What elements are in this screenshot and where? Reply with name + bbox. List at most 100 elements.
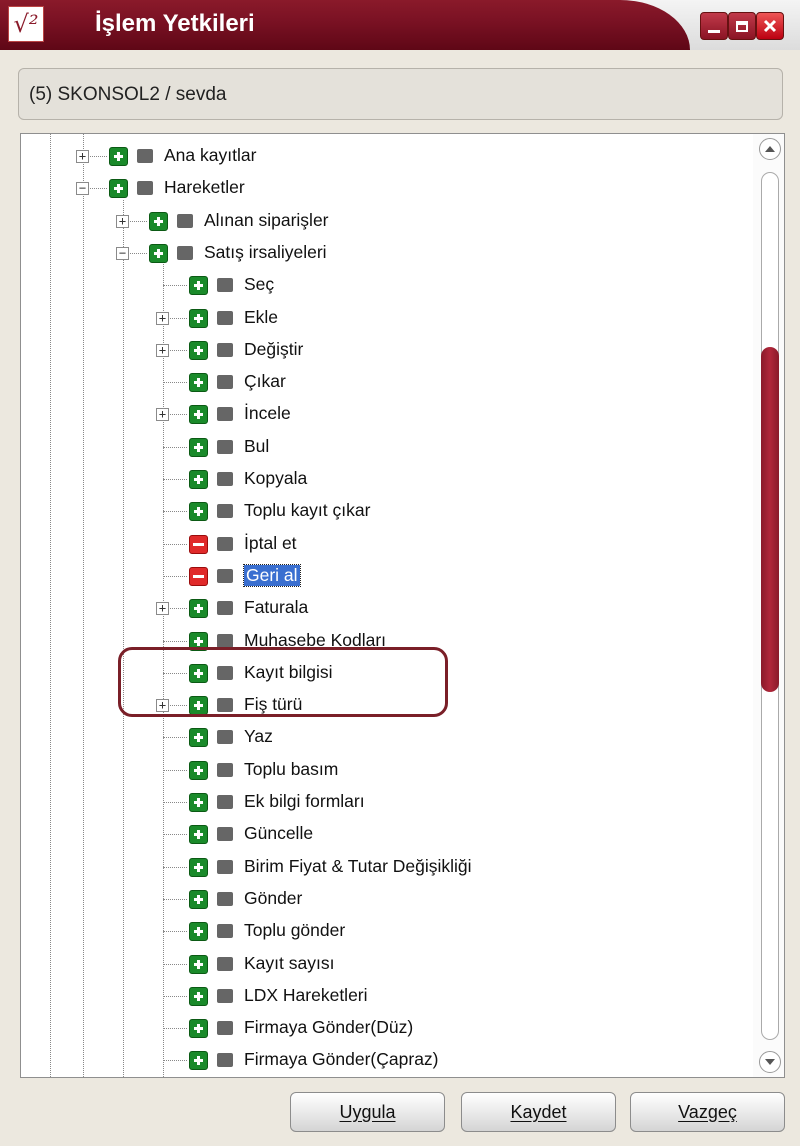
tree-item-label: Faturala: [244, 597, 309, 618]
expand-icon[interactable]: +: [156, 602, 169, 616]
tree-connector: [163, 285, 187, 287]
node-icon: [217, 762, 233, 777]
tree-row[interactable]: + Alınan siparişler: [21, 205, 751, 237]
tree-row[interactable]: + Ana kayıtlar: [21, 140, 751, 172]
node-icon: [137, 149, 153, 163]
tree-item-label: Bul: [244, 435, 270, 456]
node-icon: [217, 278, 233, 293]
scroll-down-button[interactable]: [759, 1051, 781, 1073]
title-bar[interactable]: √² İşlem Yetkileri: [0, 0, 800, 50]
permission-granted-icon[interactable]: [189, 760, 208, 780]
permission-granted-icon[interactable]: [149, 243, 168, 263]
close-icon: [763, 19, 777, 33]
permission-granted-icon[interactable]: [189, 373, 208, 393]
tree-connector: [163, 963, 187, 965]
tree-row[interactable]: + Ekle: [21, 302, 751, 334]
apply-button-label: Uygula: [339, 1101, 396, 1122]
expand-icon[interactable]: +: [116, 214, 129, 228]
node-icon: [217, 730, 233, 745]
permission-granted-icon[interactable]: [189, 889, 208, 909]
permission-granted-icon[interactable]: [189, 599, 208, 619]
tree-row[interactable]: + İncele: [21, 398, 751, 430]
permission-granted-icon[interactable]: [149, 211, 168, 231]
tree-connector: [163, 511, 187, 513]
permission-denied-icon[interactable]: [189, 566, 208, 586]
permission-granted-icon[interactable]: [189, 793, 208, 812]
node-icon: [217, 1021, 233, 1036]
tree-row[interactable]: Firmaya Gönder(Çapraz): [21, 1044, 751, 1076]
permission-granted-icon[interactable]: [189, 502, 208, 522]
collapse-icon[interactable]: −: [116, 246, 129, 260]
tree-row[interactable]: Çıkar: [21, 366, 751, 398]
tree-item-label: İncele: [244, 403, 291, 424]
permission-granted-icon[interactable]: [189, 405, 208, 425]
apply-button[interactable]: Uygula: [290, 1092, 445, 1132]
tree-row[interactable]: Toplu basım: [21, 754, 751, 786]
collapse-icon[interactable]: −: [76, 182, 89, 196]
tree-row[interactable]: − Satış irsaliyeleri: [21, 237, 751, 269]
node-icon: [217, 924, 233, 939]
tree-row[interactable]: Yaz: [21, 721, 751, 753]
tree-row[interactable]: İptal et: [21, 528, 751, 560]
permission-denied-icon[interactable]: [189, 534, 208, 554]
tree-connector: [163, 1028, 187, 1030]
permission-granted-icon[interactable]: [189, 954, 208, 974]
tree-row[interactable]: Kopyala: [21, 463, 751, 495]
permission-granted-icon[interactable]: [189, 437, 208, 457]
tree-row[interactable]: Birim Fiyat & Tutar Değişikliği: [21, 851, 751, 883]
tree-row[interactable]: Gönder: [21, 883, 751, 915]
permission-granted-icon[interactable]: [189, 470, 208, 489]
tree-row[interactable]: + Faturala: [21, 592, 751, 624]
tree-row[interactable]: Seç: [21, 269, 751, 301]
permission-granted-icon[interactable]: [109, 179, 128, 199]
tree-item-label: Yaz: [244, 726, 273, 747]
permission-granted-icon[interactable]: [189, 1019, 208, 1039]
vertical-scrollbar[interactable]: [753, 134, 784, 1077]
permission-granted-icon[interactable]: [189, 857, 208, 877]
tree-row[interactable]: Kayıt sayısı: [21, 948, 751, 980]
permission-granted-icon[interactable]: [189, 276, 208, 296]
tree-row[interactable]: Firmaya Gönder(Düz): [21, 1012, 751, 1044]
minimize-button[interactable]: [700, 12, 728, 40]
node-icon: [177, 213, 193, 228]
tree-item-label: Geri al: [243, 563, 301, 587]
permission-granted-icon[interactable]: [189, 825, 208, 845]
permission-granted-icon[interactable]: [189, 728, 208, 748]
tree-row[interactable]: Güncelle: [21, 818, 751, 850]
node-icon: [217, 439, 233, 454]
expand-icon[interactable]: +: [156, 311, 169, 325]
tree-row[interactable]: + Değiştir: [21, 334, 751, 366]
maximize-icon: [736, 20, 748, 32]
tree-row[interactable]: Geri al: [21, 560, 751, 592]
permission-granted-icon[interactable]: [189, 1051, 208, 1071]
scroll-up-button[interactable]: [759, 138, 781, 160]
expand-icon[interactable]: +: [156, 343, 169, 357]
maximize-button[interactable]: [728, 12, 756, 40]
node-icon: [217, 407, 233, 422]
node-icon: [217, 536, 233, 551]
permissions-tree[interactable]: + Ana kayıtlar − Hareketler + Alınan siparişl…: [21, 134, 753, 1077]
tree-item-label: Seç: [244, 274, 275, 295]
cancel-button[interactable]: Vazgeç: [630, 1092, 785, 1132]
permission-granted-icon[interactable]: [189, 922, 208, 942]
tree-row[interactable]: LDX Hareketleri: [21, 980, 751, 1012]
tree-item-label: Toplu kayıt çıkar: [244, 500, 371, 521]
save-button[interactable]: Kaydet: [461, 1092, 616, 1132]
tree-connector: [163, 575, 187, 577]
tree-row[interactable]: Toplu gönder: [21, 915, 751, 947]
permission-granted-icon[interactable]: [189, 986, 208, 1006]
tree-item-label: Ana kayıtlar: [164, 145, 257, 165]
close-button[interactable]: [756, 12, 784, 40]
tree-row[interactable]: Toplu kayıt çıkar: [21, 495, 751, 527]
tree-connector: [163, 479, 187, 480]
permission-granted-icon[interactable]: [189, 340, 208, 360]
permission-granted-icon[interactable]: [109, 147, 128, 166]
expand-icon[interactable]: +: [76, 150, 89, 163]
permission-granted-icon[interactable]: [189, 308, 208, 328]
tree-row[interactable]: Bul: [21, 431, 751, 463]
tree-row[interactable]: Ek bilgi formları: [21, 786, 751, 818]
scroll-thumb[interactable]: [761, 347, 779, 692]
tree-row[interactable]: − Hareketler: [21, 172, 751, 204]
minimize-icon: [708, 29, 720, 33]
expand-icon[interactable]: +: [156, 408, 169, 422]
